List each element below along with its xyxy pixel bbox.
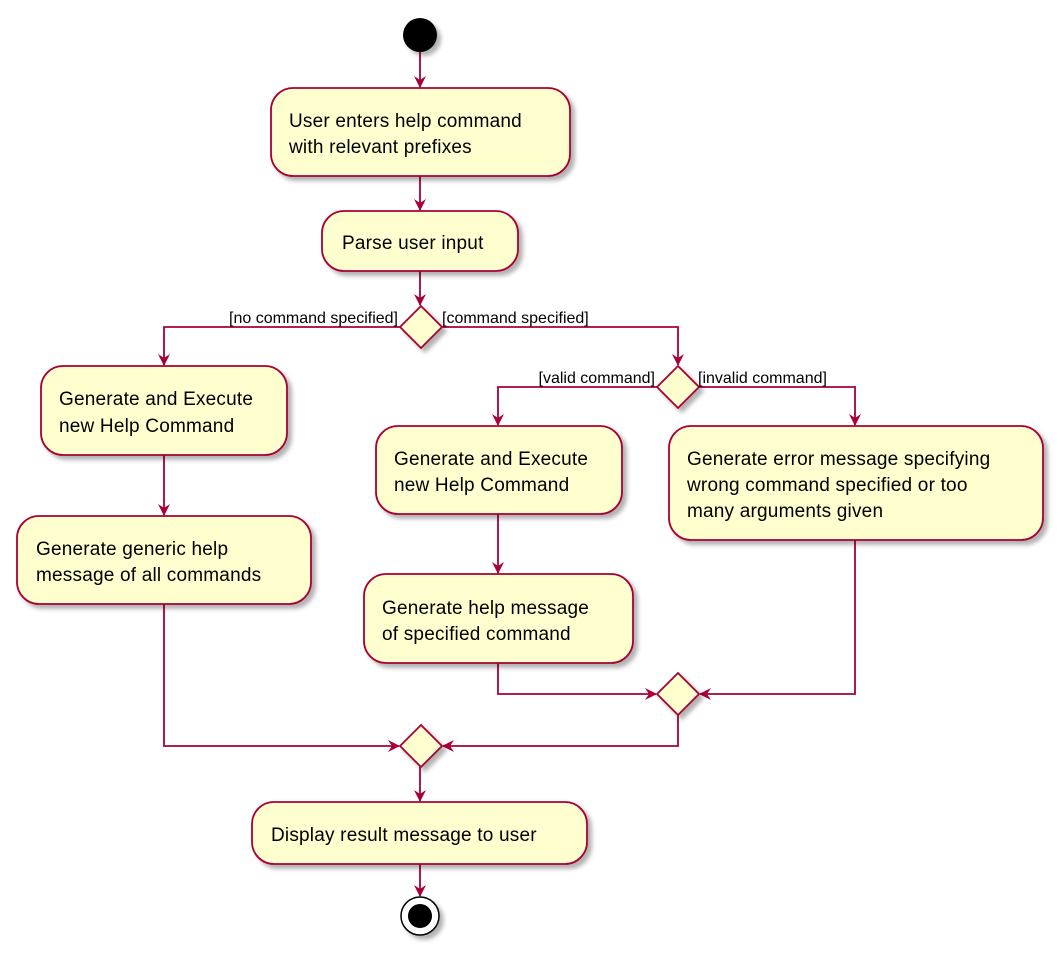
action-text: Generate generic help: [36, 539, 228, 560]
action-user-enters: User enters help command with relevant p…: [270, 87, 571, 177]
action-text: Generate help message: [382, 598, 589, 619]
action-text: many arguments given: [687, 501, 883, 522]
merge-outer: [398, 723, 444, 769]
decision-valid-command: [655, 364, 701, 410]
start-node: [403, 18, 437, 52]
guard-no-command: [no command specified]: [229, 310, 398, 327]
action-gen-exec-left: Generate and Execute new Help Command: [40, 365, 288, 456]
edge-command: [442, 326, 684, 366]
edge-no-command: [158, 326, 400, 366]
action-gen-exec-mid: Generate and Execute new Help Command: [375, 425, 623, 515]
action-parse: Parse user input: [321, 210, 519, 272]
action-text: new Help Command: [394, 475, 569, 496]
activity-diagram: User enters help command with relevant p…: [16, 18, 1044, 936]
action-text: with relevant prefixes: [288, 137, 472, 158]
merge-inner: [655, 671, 701, 717]
action-text: Parse user input: [342, 233, 484, 254]
action-error-message: Generate error message specifying wrong …: [668, 425, 1044, 541]
action-text: new Help Command: [59, 416, 234, 437]
action-text: Generate and Execute: [59, 389, 253, 410]
action-text: User enters help command: [289, 111, 522, 132]
action-text: wrong command specified or too: [686, 475, 968, 496]
action-generic-help: Generate generic help message of all com…: [16, 515, 312, 605]
edge-specified-to-merge: [497, 663, 657, 700]
action-text: message of all commands: [36, 565, 261, 586]
guard-invalid: [invalid command]: [698, 370, 827, 387]
edge-inner-merge-to-merge: [442, 715, 679, 752]
action-display-result: Display result message to user: [251, 801, 588, 865]
action-text: of specified command: [382, 624, 571, 645]
decision-command-specified: [398, 304, 444, 350]
action-text: Generate and Execute: [394, 449, 588, 470]
guard-command: [command specified]: [442, 310, 589, 327]
action-specified-help: Generate help message of specified comma…: [363, 573, 634, 664]
guard-valid: [valid command]: [539, 370, 656, 387]
edge-invalid: [699, 386, 861, 426]
edge-valid: [492, 386, 657, 426]
action-text: Display result message to user: [271, 825, 537, 846]
edge-error-to-merge: [699, 540, 856, 700]
action-text: Generate error message specifying: [687, 449, 990, 470]
end-node: [400, 896, 440, 936]
